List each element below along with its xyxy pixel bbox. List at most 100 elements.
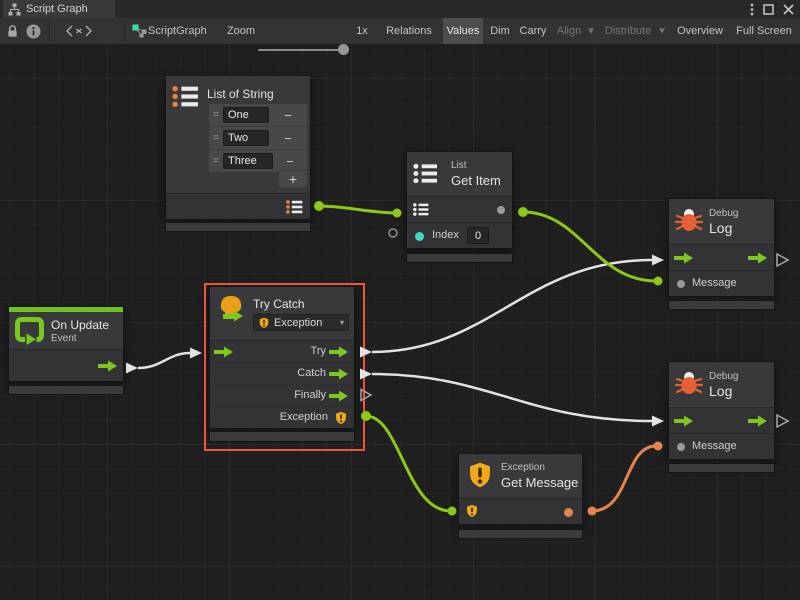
flow-input-port[interactable] xyxy=(214,346,234,358)
code-icon[interactable] xyxy=(62,18,96,44)
toolbar-button-values[interactable]: Values xyxy=(443,18,483,44)
node-footer xyxy=(8,385,124,395)
try-catch-icon xyxy=(216,295,246,325)
flow-port-row xyxy=(9,349,123,381)
node-footer xyxy=(406,253,513,263)
toolbar-button-distribute[interactable]: Distribute xyxy=(600,18,656,44)
flow-output-port[interactable] xyxy=(98,360,118,372)
toolbar-separator xyxy=(49,21,50,41)
warning-shield-icon xyxy=(258,317,270,329)
tab-script-graph[interactable]: Script Graph xyxy=(3,0,115,18)
port-label-try: Try xyxy=(311,345,326,357)
finally-port-row: Finally xyxy=(210,384,354,406)
flow-output-port[interactable] xyxy=(748,415,768,427)
window-menu-icon[interactable] xyxy=(750,3,754,16)
graph-hierarchy-icon xyxy=(8,3,21,16)
flow-port-row xyxy=(669,407,774,433)
exception-input-port[interactable] xyxy=(465,504,479,518)
tab-title: Script Graph xyxy=(26,3,88,15)
remove-item-button[interactable]: − xyxy=(273,154,307,169)
zoom-value: 1x xyxy=(352,18,372,44)
index-input-port[interactable] xyxy=(415,232,424,241)
node-get-item[interactable]: List Get Item Index 0 xyxy=(406,151,513,249)
zoom-slider-handle[interactable] xyxy=(338,44,349,55)
list-item-input[interactable]: Three xyxy=(223,153,273,169)
node-footer xyxy=(668,463,775,473)
toolbar-separator xyxy=(124,21,125,41)
drag-handle-icon[interactable]: = xyxy=(209,132,223,144)
toolbar-button-dim[interactable]: Dim xyxy=(486,18,514,44)
node-try-catch[interactable]: Try Catch Exception ▾ Try Catch Finally xyxy=(209,286,355,428)
toolbar-button-align[interactable]: Align xyxy=(553,18,585,44)
info-icon[interactable] xyxy=(23,18,43,44)
catch-port-row: Catch xyxy=(210,362,354,384)
event-node-bar xyxy=(9,307,123,312)
node-title: Log xyxy=(709,221,732,236)
toolbar-button-relations[interactable]: Relations xyxy=(378,18,440,44)
zoom-label: Zoom xyxy=(224,18,258,44)
flow-output-port[interactable] xyxy=(329,390,349,402)
exception-output-port[interactable] xyxy=(334,411,348,425)
flow-input-port[interactable] xyxy=(674,252,694,264)
node-debug-log-bottom[interactable]: Debug Log Message xyxy=(668,361,775,459)
flow-output-port[interactable] xyxy=(748,252,768,264)
message-input-port[interactable] xyxy=(677,443,685,451)
list-item-input[interactable]: One xyxy=(223,107,269,123)
node-category: Debug xyxy=(709,208,738,220)
list-input-icon[interactable] xyxy=(413,202,429,217)
node-title: Get Message xyxy=(501,475,578,490)
node-list-of-string[interactable]: List of String = One − = Two − = Three − xyxy=(165,75,311,219)
flow-output-port[interactable] xyxy=(329,368,349,380)
on-update-loop-icon xyxy=(14,316,45,345)
list-item-row: = Three − xyxy=(209,150,307,172)
drag-handle-icon[interactable]: = xyxy=(209,109,223,121)
graph-canvas[interactable]: List of String = One − = Two − = Three − xyxy=(0,45,800,600)
node-debug-log-top[interactable]: Debug Log Message xyxy=(668,198,775,296)
close-icon[interactable] xyxy=(783,4,794,15)
remove-item-button[interactable]: − xyxy=(269,131,307,146)
chevron-down-icon: ▾ xyxy=(340,318,344,327)
node-title: Try Catch xyxy=(253,297,305,311)
zoom-slider-track[interactable] xyxy=(258,49,348,51)
node-get-message[interactable]: Exception Get Message xyxy=(458,453,583,525)
toolbar: ScriptGraph Zoom 1x Relations Values Dim… xyxy=(0,18,800,45)
toolbar-button-fullscreen[interactable]: Full Screen xyxy=(731,18,797,44)
list-output-icon[interactable] xyxy=(286,199,303,215)
item-output-port[interactable] xyxy=(497,206,505,214)
message-output-port[interactable] xyxy=(564,508,573,517)
port-label-catch: Catch xyxy=(297,367,326,379)
message-port-row: Message xyxy=(669,270,774,296)
add-item-button[interactable]: + xyxy=(278,170,308,188)
ports-row xyxy=(459,498,582,524)
node-category: Exception xyxy=(501,462,545,474)
flow-input-port[interactable] xyxy=(674,415,694,427)
node-category: Debug xyxy=(709,371,738,383)
flow-output-port[interactable] xyxy=(329,346,349,358)
exception-type-dropdown[interactable]: Exception ▾ xyxy=(253,314,349,331)
exception-port-row: Exception xyxy=(210,406,354,428)
message-port-row: Message xyxy=(669,433,774,459)
drag-handle-icon[interactable]: = xyxy=(209,155,223,167)
remove-item-button[interactable]: − xyxy=(269,108,307,123)
index-port-row: Index 0 xyxy=(407,222,512,248)
graph-name-button[interactable]: ScriptGraph xyxy=(148,18,210,44)
toolbar-button-carry[interactable]: Carry xyxy=(515,18,551,44)
node-title: On Update xyxy=(51,318,109,332)
output-port-row xyxy=(166,193,310,219)
node-footer xyxy=(458,529,583,539)
node-on-update[interactable]: On Update Event xyxy=(8,306,124,382)
message-input-port[interactable] xyxy=(677,280,685,288)
list-item-input[interactable]: Two xyxy=(223,130,269,146)
message-label: Message xyxy=(692,440,737,452)
unity-visual-scripting-window: Script Graph xyxy=(0,0,800,600)
dropdown-value: Exception xyxy=(274,317,322,329)
index-value-input[interactable]: 0 xyxy=(467,227,489,244)
warning-shield-icon xyxy=(466,461,494,489)
node-title: Log xyxy=(709,384,732,399)
try-port-row: Try xyxy=(210,340,354,362)
titlebar: Script Graph xyxy=(0,0,800,18)
lock-icon[interactable] xyxy=(2,18,22,44)
list-port-row xyxy=(407,196,512,222)
toolbar-button-overview[interactable]: Overview xyxy=(671,18,729,44)
maximize-icon[interactable] xyxy=(763,4,774,15)
